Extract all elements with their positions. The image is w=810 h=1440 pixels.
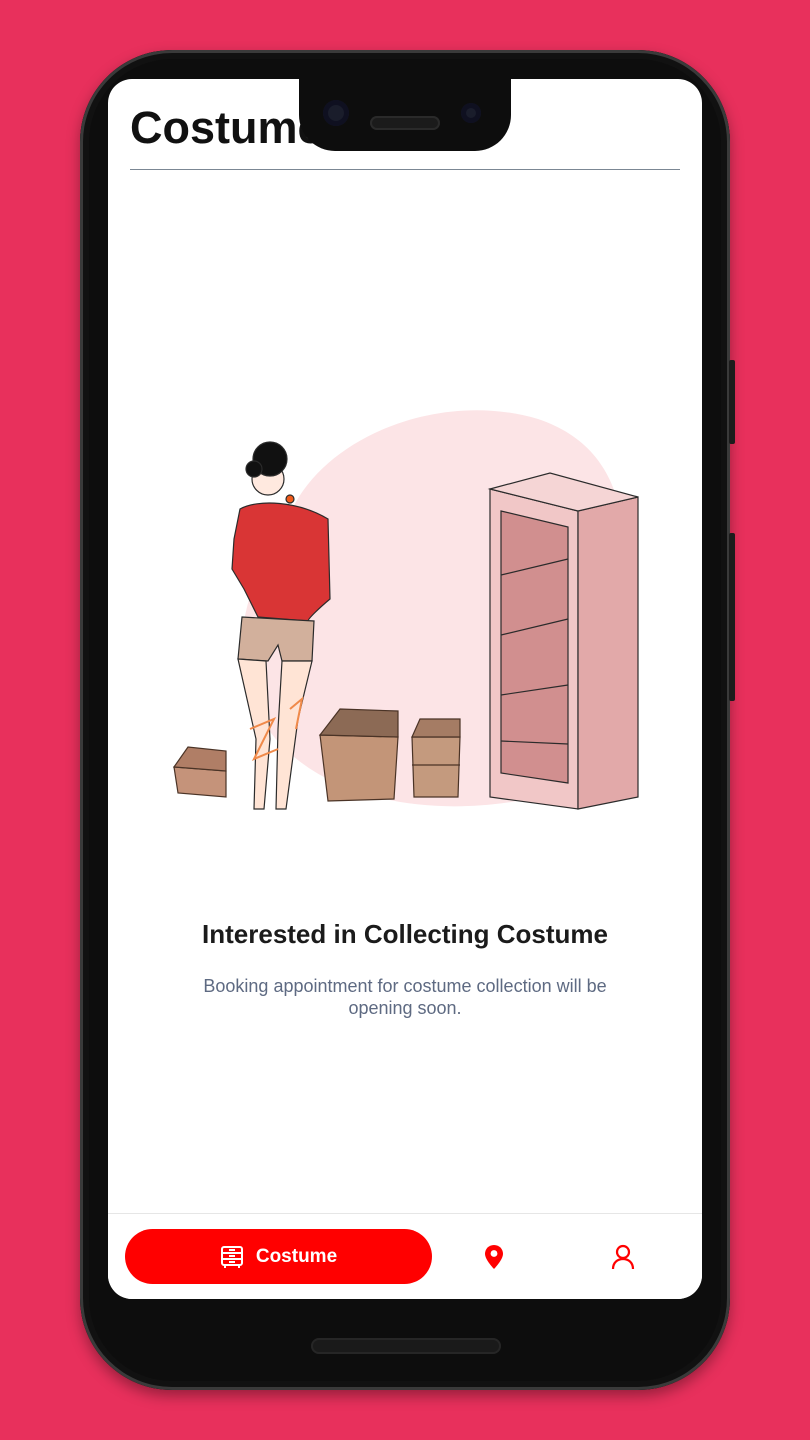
nav-item-costume[interactable]: Costume	[125, 1229, 432, 1284]
bottom-navigation: Costume	[108, 1213, 702, 1299]
bottom-speaker	[311, 1338, 501, 1354]
front-camera	[323, 100, 349, 126]
empty-state-illustration	[172, 410, 639, 810]
page-title: Costume	[130, 102, 323, 153]
nav-item-profile[interactable]	[608, 1242, 638, 1272]
wardrobe-icon	[220, 1245, 243, 1268]
title-divider	[130, 169, 680, 170]
location-pin-icon	[485, 1245, 503, 1269]
volume-button	[729, 533, 735, 701]
earpiece-speaker	[370, 116, 440, 130]
profile-icon	[611, 1244, 635, 1270]
power-button	[729, 360, 735, 444]
empty-state-description: Booking appointment for costume collecti…	[203, 976, 607, 1018]
app-screen: Costume Interested in Collecting Costume…	[108, 79, 702, 1299]
camera-notch	[299, 79, 511, 151]
bookshelf	[487, 472, 639, 810]
empty-state-title: Interested in Collecting Costume	[202, 919, 608, 949]
nav-item-costume-label: Costume	[255, 1245, 338, 1267]
nav-item-location[interactable]	[479, 1242, 509, 1272]
front-sensor	[461, 103, 481, 123]
